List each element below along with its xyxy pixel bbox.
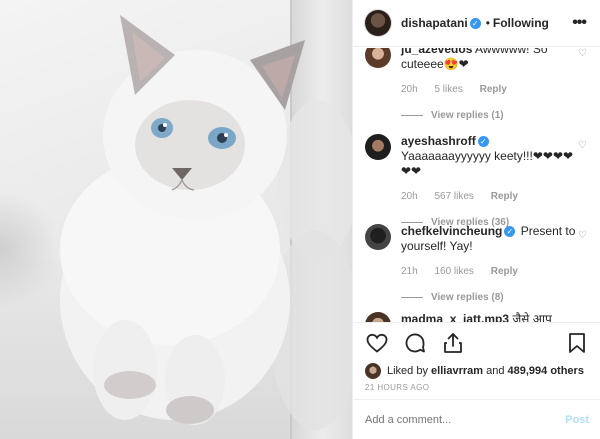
liker-avatar[interactable] <box>365 363 381 379</box>
kitten-illustration <box>60 15 352 430</box>
share-icon[interactable] <box>441 331 465 355</box>
comment-age: 20h <box>401 84 418 95</box>
post-header: dishapatani ✓ • Following ••• <box>353 0 600 47</box>
verified-badge-icon: ✓ <box>469 17 481 29</box>
comment-bubble-icon[interactable] <box>403 331 427 355</box>
view-replies-label: View replies (1) <box>431 110 504 121</box>
comment-username[interactable]: chefkelvincheung <box>401 224 502 238</box>
comment-username[interactable]: madma_x_jatt.mp3 <box>401 312 509 322</box>
add-comment-input[interactable] <box>365 413 566 426</box>
post-footer: Liked by elliavrram and 489,994 others 2… <box>353 322 600 439</box>
post-timestamp[interactable]: 21 HOURS AGO <box>353 379 600 393</box>
reply-button[interactable]: Reply <box>491 266 518 277</box>
likes-summary: Liked by elliavrram and 489,994 others <box>353 363 600 379</box>
comment-body: Yaaaaaaayyyyyy keety!!!❤❤❤❤❤❤ <box>401 149 574 178</box>
like-comment-heart-icon[interactable]: ♡ <box>578 140 587 151</box>
liker-username[interactable]: elliavrram <box>431 365 483 377</box>
likes-middle: and <box>486 365 505 377</box>
commenter-avatar[interactable] <box>365 312 391 322</box>
comment-item: chefkelvincheung ✓ Present to yourself! Y… <box>365 224 595 303</box>
comment-likes[interactable]: 5 likes <box>434 84 462 95</box>
comment-item: ayeshashroff ✓ Yaaaaaaayyyyyy keety!!!❤❤❤… <box>365 134 595 228</box>
comment-item: madma_x_jatt.mp3 जैसे आप बिल्ली <box>365 312 595 322</box>
comments-list[interactable]: ju_azevedos Awwwww! So cuteeee😍❤ ♡ 20h 5… <box>353 48 600 322</box>
author-username[interactable]: dishapatani <box>401 16 468 30</box>
comment-text: ju_azevedos Awwwww! So cuteeee😍❤ <box>401 48 595 72</box>
verified-badge-icon: ✓ <box>477 136 489 148</box>
view-replies-button[interactable]: View replies (1) <box>401 110 595 121</box>
comment-username[interactable]: ayeshashroff <box>401 134 476 148</box>
add-comment-bar: Post <box>353 399 600 439</box>
comment-age: 20h <box>401 191 418 202</box>
verified-badge-icon: ✓ <box>504 226 516 238</box>
view-replies-button[interactable]: View replies (8) <box>401 292 595 303</box>
like-comment-heart-icon[interactable]: ♡ <box>578 230 587 241</box>
commenter-avatar[interactable] <box>365 224 391 250</box>
comment-text: madma_x_jatt.mp3 जैसे आप बिल्ली <box>401 312 595 322</box>
comment-meta: 20h 5 likes Reply <box>401 84 595 95</box>
post-actions <box>353 323 600 363</box>
replies-line <box>401 115 423 116</box>
likes-prefix: Liked by <box>387 365 428 377</box>
comment-text: ayeshashroff ✓ Yaaaaaaayyyyyy keety!!!❤❤❤… <box>401 134 595 179</box>
reply-button[interactable]: Reply <box>480 84 507 95</box>
post-image[interactable] <box>0 0 352 439</box>
view-replies-label: View replies (8) <box>431 292 504 303</box>
comment-age: 21h <box>401 266 418 277</box>
bookmark-icon[interactable] <box>565 331 589 355</box>
commenter-avatar[interactable] <box>365 48 391 68</box>
comment-meta: 21h 160 likes Reply <box>401 266 595 277</box>
commenter-avatar[interactable] <box>365 134 391 160</box>
comment-username[interactable]: ju_azevedos <box>401 48 472 56</box>
post-side-panel: dishapatani ✓ • Following ••• ju_azevedo… <box>352 0 600 439</box>
separator-dot: • <box>485 16 490 30</box>
likes-count[interactable]: 489,994 others <box>508 365 584 377</box>
more-options-icon[interactable]: ••• <box>572 14 587 32</box>
comment-text: chefkelvincheung ✓ Present to yourself! Y… <box>401 224 595 254</box>
reply-button[interactable]: Reply <box>491 191 518 202</box>
replies-line <box>401 222 423 223</box>
like-heart-icon[interactable] <box>365 331 389 355</box>
author-avatar[interactable] <box>365 10 391 36</box>
following-button[interactable]: Following <box>493 16 549 30</box>
replies-line <box>401 297 423 298</box>
comment-meta: 20h 567 likes Reply <box>401 191 595 202</box>
comment-likes[interactable]: 160 likes <box>434 266 473 277</box>
post-comment-button[interactable]: Post <box>565 414 589 426</box>
comment-item: ju_azevedos Awwwww! So cuteeee😍❤ ♡ 20h 5… <box>365 48 595 121</box>
like-comment-heart-icon[interactable]: ♡ <box>578 48 587 59</box>
comment-likes[interactable]: 567 likes <box>434 191 473 202</box>
